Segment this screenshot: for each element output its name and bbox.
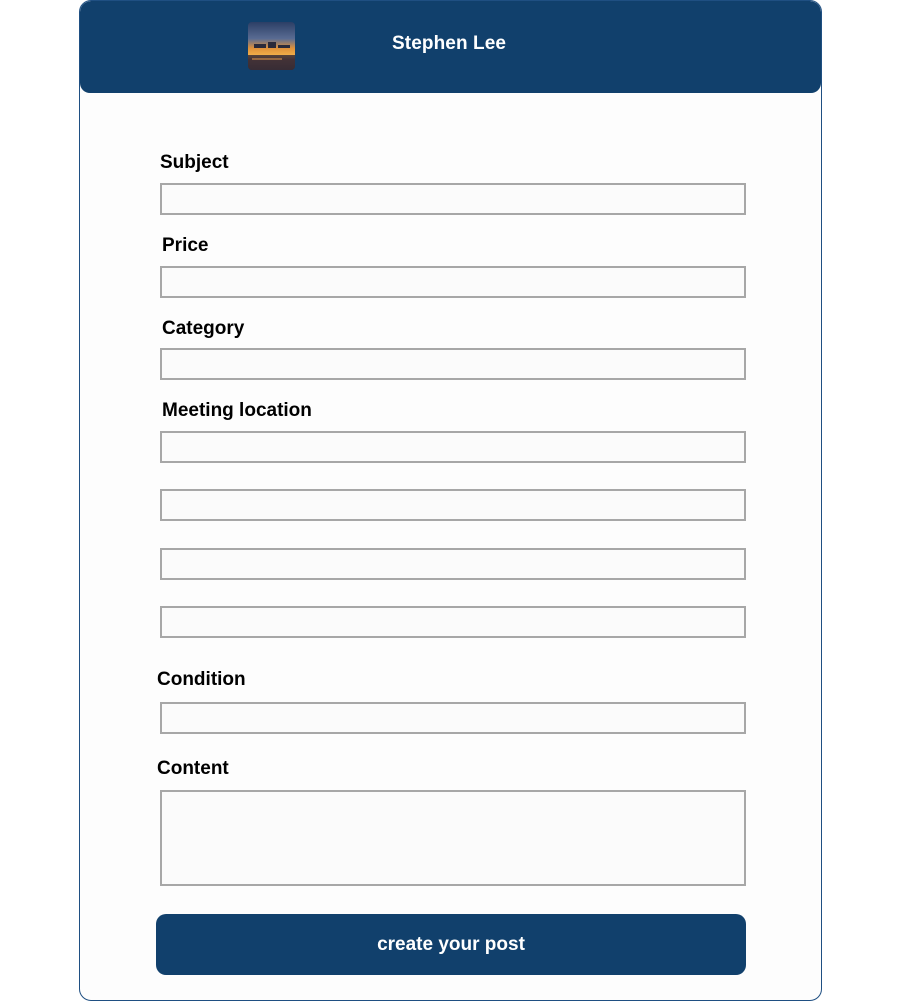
condition-label: Condition xyxy=(157,669,246,690)
avatar[interactable] xyxy=(248,22,295,70)
meeting-location-input-1[interactable] xyxy=(160,431,746,463)
content-label: Content xyxy=(157,758,229,779)
price-label: Price xyxy=(162,235,209,256)
meeting-location-label: Meeting location xyxy=(162,400,312,421)
content-textarea[interactable] xyxy=(160,790,746,886)
subject-label: Subject xyxy=(160,152,229,173)
profile-username: Stephen Lee xyxy=(392,33,507,54)
profile-header: Stephen Lee xyxy=(80,1,821,93)
sunset-photo-icon xyxy=(248,22,295,70)
subject-input[interactable] xyxy=(160,183,746,215)
create-post-button[interactable]: create your post xyxy=(156,914,746,975)
condition-input[interactable] xyxy=(160,702,746,734)
post-form-card: Stephen Lee Subject Price Category Meeti… xyxy=(79,0,822,1001)
meeting-location-input-2[interactable] xyxy=(160,489,746,521)
meeting-location-input-4[interactable] xyxy=(160,606,746,638)
price-input[interactable] xyxy=(160,266,746,298)
category-label: Category xyxy=(162,318,245,339)
meeting-location-input-3[interactable] xyxy=(160,548,746,580)
category-input[interactable] xyxy=(160,348,746,380)
